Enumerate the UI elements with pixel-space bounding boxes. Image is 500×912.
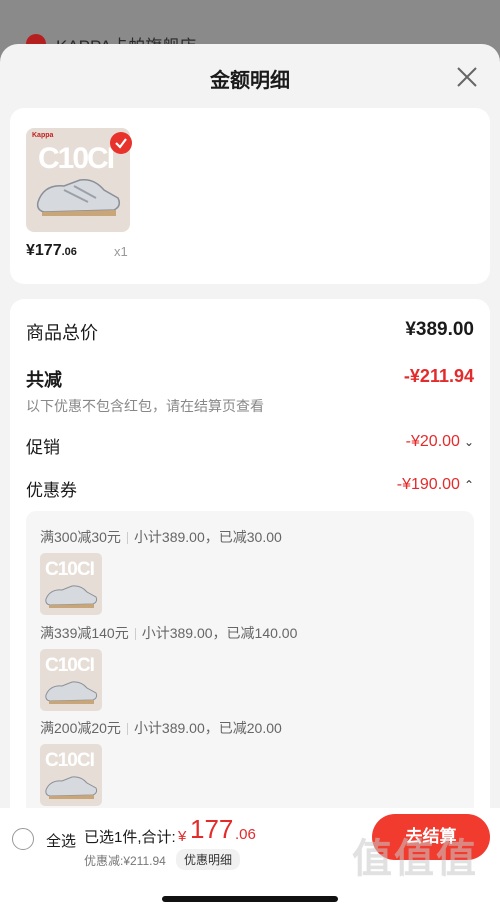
- shoe-icon: [45, 681, 98, 704]
- coupon-rule-line: 满200减20元 小计389.00，已减20.00: [40, 718, 282, 738]
- promotion-label: 促销: [26, 438, 60, 457]
- total-price-label: 商品总价: [26, 323, 98, 343]
- coupon-value: -¥190.00 ⌃: [396, 476, 474, 493]
- home-indicator: [162, 896, 338, 902]
- coupon-rule-line: 满300减30元 小计389.00，已减30.00: [40, 527, 282, 547]
- promotion-value: -¥20.00 ⌄: [405, 433, 474, 450]
- coupon-rule-line: 满339减140元 小计389.00，已减140.00: [40, 623, 297, 643]
- coupon-product-image: C10CI: [40, 553, 102, 615]
- coupon-rule: 满300减30元: [40, 529, 121, 545]
- chevron-up-icon: ⌃: [463, 478, 474, 492]
- chevron-down-icon: ⌄: [463, 435, 474, 449]
- coupon-detail: 小计389.00，已减20.00: [133, 720, 282, 736]
- sheet-title: 金额明细: [210, 70, 290, 92]
- discount-amount: 优惠减:¥211.94: [84, 854, 166, 868]
- total-reduction-value: -¥211.94: [403, 366, 474, 386]
- selected-check-icon[interactable]: [110, 132, 132, 154]
- product-image-text: C10CI: [45, 559, 95, 580]
- brand-logo: Kappa: [32, 132, 54, 139]
- coupon-label: 优惠券: [26, 481, 77, 500]
- product-image-text: C10CI: [45, 750, 95, 771]
- coupon-rule: 满200减20元: [40, 720, 121, 736]
- coupon-detail: 小计389.00，已减140.00: [141, 625, 298, 641]
- total-reduction-label: 共减: [26, 370, 62, 390]
- sum-currency: ¥: [178, 828, 187, 845]
- divider: [126, 532, 128, 545]
- sum-decimal: .06: [235, 826, 256, 843]
- watermark-site: zhizhizhi.com: [391, 874, 488, 891]
- select-all-radio[interactable]: [12, 828, 34, 850]
- amount-detail-sheet: 金额明细 Kappa C10CI ¥177.06 x1 商品总价 ¥389.00…: [0, 44, 500, 912]
- product-quantity: x1: [114, 244, 128, 259]
- total-price-value: ¥389.00: [405, 319, 474, 340]
- product-image-text: C10CI: [45, 655, 95, 676]
- selected-count: 已选1件,合计:: [84, 829, 176, 846]
- divider: [134, 628, 136, 641]
- coupon-product-image: C10CI: [40, 744, 102, 806]
- reduction-note: 以下优惠不包含红包，请在结算页查看: [26, 398, 264, 414]
- close-icon[interactable]: [454, 64, 480, 90]
- coupon-rule: 满339减140元: [40, 625, 129, 641]
- coupon-detail: 小计389.00，已减30.00: [133, 529, 282, 545]
- shoe-icon: [45, 776, 98, 799]
- product-card: Kappa C10CI ¥177.06 x1: [10, 108, 490, 284]
- select-all-label[interactable]: 全选: [46, 830, 76, 851]
- shoe-icon: [36, 178, 121, 216]
- shoe-icon: [45, 585, 98, 608]
- coupon-product-image: C10CI: [40, 649, 102, 711]
- sum-integer: 177: [190, 814, 234, 844]
- discount-detail-button[interactable]: 优惠明细: [176, 849, 241, 870]
- product-price: ¥177.06: [26, 242, 77, 259]
- product-image-text: C10CI: [38, 142, 115, 175]
- divider: [126, 723, 128, 736]
